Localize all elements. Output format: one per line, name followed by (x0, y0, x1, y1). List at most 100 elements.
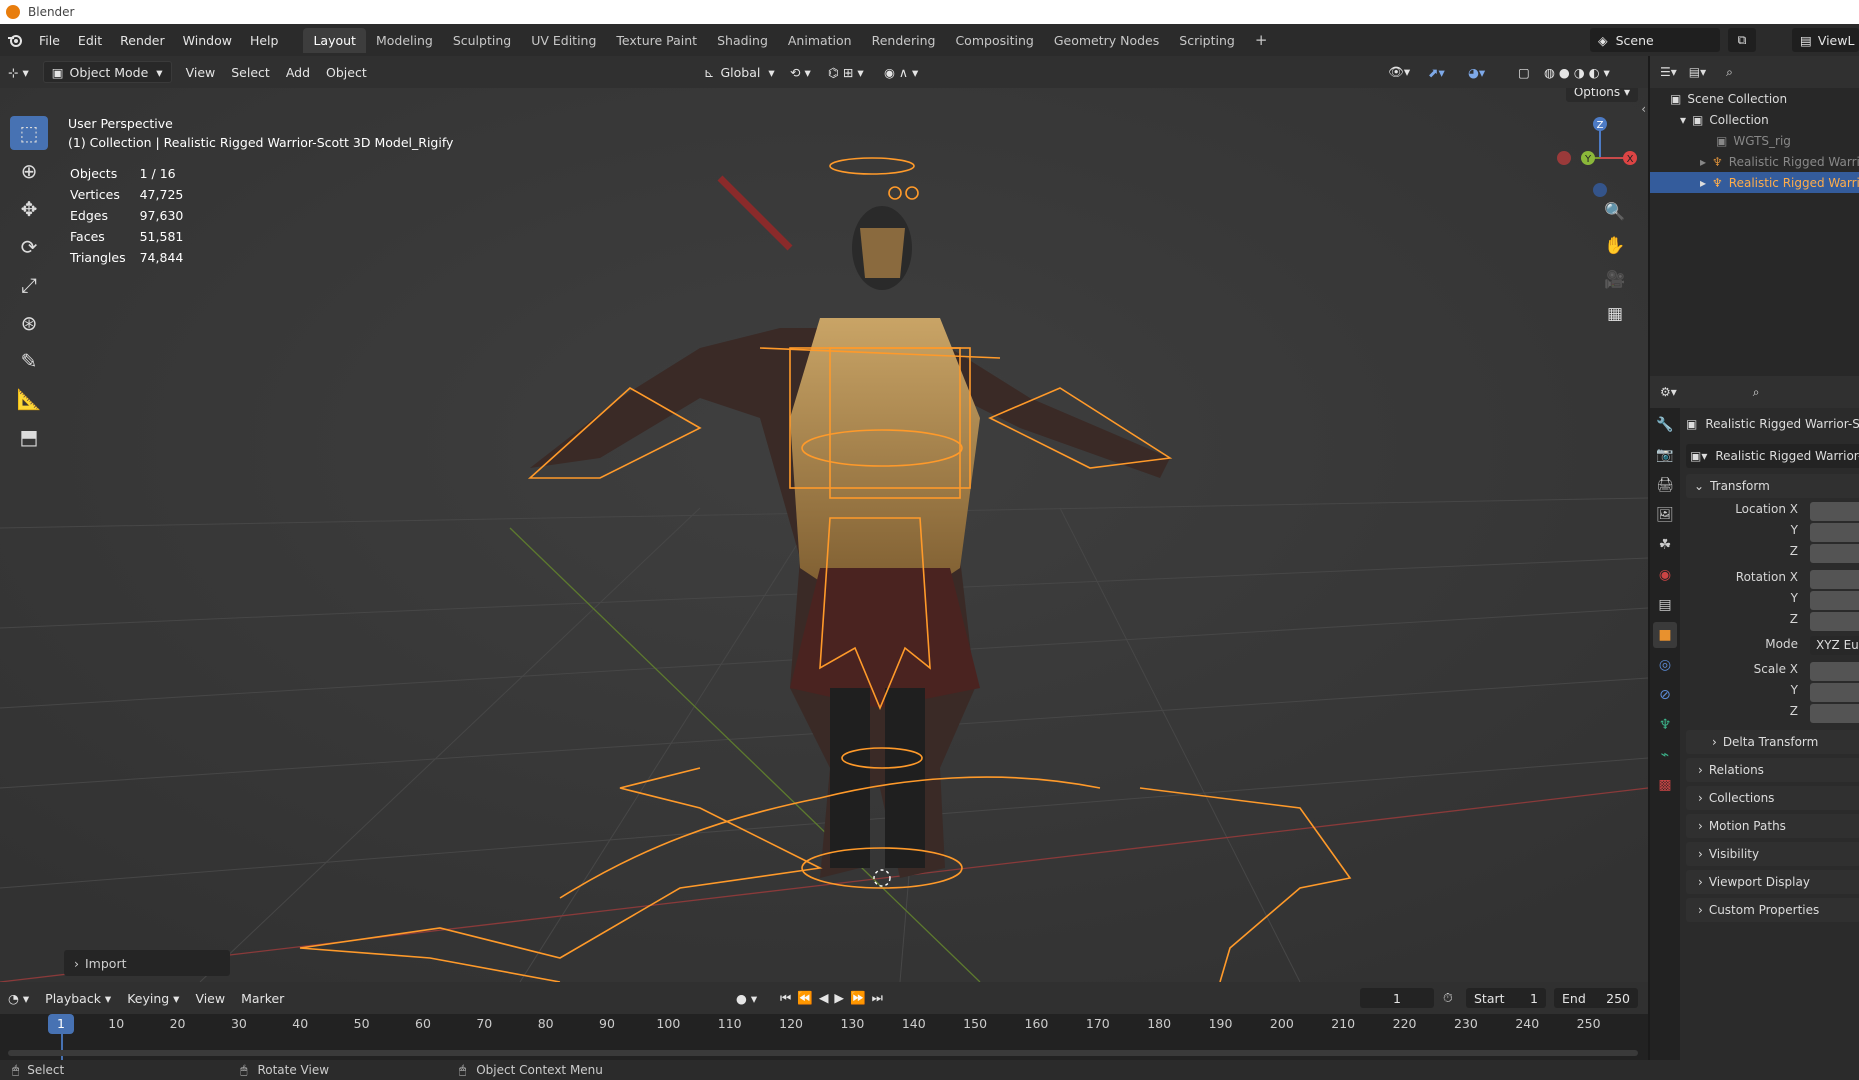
object-datablock-selector[interactable]: ▣▾ Realistic Rigged Warrior-S (1686, 444, 1859, 468)
search-icon[interactable]: ⌕ (1753, 385, 1760, 400)
transform-panel-header[interactable]: ⌄ Transform (1686, 474, 1859, 498)
scene-tab-icon[interactable]: ☘ (1653, 532, 1677, 558)
playback-controls[interactable]: ⏮⏪◀▶⏩⏭ (772, 987, 897, 1009)
world-tab-icon[interactable]: ◉ (1653, 562, 1677, 588)
move-tool-icon[interactable]: ✥ (10, 192, 48, 226)
options-dropdown[interactable]: Options ▾ (1565, 88, 1638, 102)
tab-scripting[interactable]: Scripting (1169, 28, 1245, 53)
shading-modes-icon[interactable]: ◍ ● ◑ ◐ ▾ (1536, 61, 1618, 83)
rotate-tool-icon[interactable]: ⟳ (10, 230, 48, 264)
gizmo-toggle-icon[interactable]: ⬈▾ (1420, 61, 1453, 83)
viewport-display-panel[interactable]: › Viewport Display (1686, 870, 1859, 894)
measure-tool-icon[interactable]: 📐 (10, 382, 48, 416)
scale-tool-icon[interactable]: ⤢ (10, 268, 48, 302)
location-y-field[interactable] (1810, 523, 1859, 542)
cursor-tool-icon[interactable]: ⊕ (10, 154, 48, 188)
location-x-field[interactable] (1810, 502, 1859, 521)
tool-tab-icon[interactable]: 🔧 (1653, 412, 1677, 438)
neg-z-gizmo[interactable] (1593, 183, 1607, 197)
outliner-row-rig[interactable]: ▸ ♆ Realistic Rigged Warrio (1650, 151, 1859, 172)
scale-y-field[interactable]: 1 (1810, 683, 1859, 702)
outliner-row-wgts-rig[interactable]: ▣ WGTS_rig (1650, 130, 1859, 151)
select-box-icon[interactable]: ⬚ (10, 116, 48, 150)
tab-compositing[interactable]: Compositing (945, 28, 1043, 53)
motion-paths-panel[interactable]: › Motion Paths (1686, 814, 1859, 838)
outliner-editor-icon[interactable]: ☰▾ (1660, 65, 1677, 79)
menu-window[interactable]: Window (174, 29, 241, 52)
rotation-mode-dropdown[interactable]: XYZ Eule (1810, 636, 1859, 655)
object-tab-icon[interactable]: ■ (1653, 622, 1677, 648)
menu-add[interactable]: Add (278, 61, 318, 83)
menu-file[interactable]: File (30, 29, 69, 52)
modifiers-tab-icon[interactable]: ◎ (1653, 652, 1677, 678)
texture-tab-icon[interactable]: ▩ (1653, 772, 1677, 798)
tab-rendering[interactable]: Rendering (862, 28, 946, 53)
mode-selector[interactable]: ▣ Object Mode ▾ (42, 61, 172, 83)
render-tab-icon[interactable]: 📷 (1653, 442, 1677, 468)
orientation-selector[interactable]: ⊾ Global ▾ (696, 61, 783, 83)
rotation-x-field[interactable] (1810, 570, 1859, 589)
proportional-edit-icon[interactable]: ◉ ∧ ▾ (876, 61, 926, 83)
add-workspace-icon[interactable]: + (1245, 26, 1278, 54)
tab-texture-paint[interactable]: Texture Paint (606, 28, 707, 53)
view-layer-selector[interactable]: ▤ ViewL (1792, 28, 1859, 52)
collections-panel[interactable]: › Collections (1686, 786, 1859, 810)
current-frame-field[interactable]: 1 (1360, 988, 1434, 1008)
view-layer-tab-icon[interactable]: 🖼 (1653, 502, 1677, 528)
last-operator-panel[interactable]: › Import (64, 950, 230, 976)
relations-panel[interactable]: › Relations (1686, 758, 1859, 782)
visibility-panel[interactable]: › Visibility (1686, 842, 1859, 866)
menu-edit[interactable]: Edit (69, 29, 111, 52)
location-z-field[interactable] (1810, 544, 1859, 563)
pivot-icon[interactable]: ⟲ ▾ (782, 61, 819, 83)
rotation-y-field[interactable] (1810, 591, 1859, 610)
scale-z-field[interactable]: 1 (1810, 704, 1859, 723)
outliner-row-scene-collection[interactable]: ▣ Scene Collection (1650, 88, 1859, 109)
navigation-gizmo[interactable]: Z Y X (1552, 112, 1642, 202)
snap-icon[interactable]: ⌬ ⊞ ▾ (820, 61, 872, 83)
transform-tool-icon[interactable]: ⊛ (10, 306, 48, 340)
object-name-row[interactable]: ▣ Realistic Rigged Warrior-Sco (1686, 412, 1859, 436)
editor-type-icon[interactable]: ⊹ ▾ (0, 61, 37, 83)
menu-select[interactable]: Select (223, 61, 278, 83)
neg-x-gizmo[interactable] (1557, 151, 1571, 165)
annotate-tool-icon[interactable]: ✎ (10, 344, 48, 378)
timeline-editor-icon[interactable]: ◔ ▾ (0, 987, 37, 1009)
start-frame-field[interactable]: Start 1 (1466, 988, 1546, 1008)
display-mode-icon[interactable]: ▤▾ (1689, 65, 1706, 79)
end-frame-field[interactable]: End 250 (1554, 988, 1638, 1008)
tab-uv-editing[interactable]: UV Editing (521, 28, 606, 53)
timeline-area[interactable]: 1 10 20 30 40 50 60 70 80 90 100 110 120 130 140 150 160… (0, 1014, 1648, 1060)
tab-modeling[interactable]: Modeling (366, 28, 443, 53)
pan-hand-icon[interactable]: ✋ (1600, 232, 1630, 260)
timeline-scrollbar[interactable] (8, 1050, 1638, 1056)
overlays-icon[interactable]: ◕▾ (1460, 61, 1493, 83)
record-keyframe-icon[interactable]: ● ▾ (728, 987, 765, 1009)
menu-view[interactable]: View (178, 61, 224, 83)
custom-properties-panel[interactable]: › Custom Properties (1686, 898, 1859, 922)
tab-geometry-nodes[interactable]: Geometry Nodes (1044, 28, 1169, 53)
properties-editor-icon[interactable]: ⚙▾ (1660, 385, 1677, 399)
search-icon[interactable]: ⌕ (1726, 65, 1733, 80)
add-cube-tool-icon[interactable]: ⬒ (10, 420, 48, 454)
tab-shading[interactable]: Shading (707, 28, 778, 53)
zoom-icon[interactable]: 🔍 (1600, 198, 1630, 226)
timeline-view-menu[interactable]: View (187, 987, 233, 1009)
menu-render[interactable]: Render (111, 29, 174, 52)
rotation-z-field[interactable] (1810, 612, 1859, 631)
new-scene-icon[interactable]: ⧉ (1728, 28, 1756, 52)
sidebar-toggle-icon[interactable]: ‹ (1641, 102, 1646, 116)
stopwatch-icon[interactable]: ⏱ (1443, 990, 1453, 1006)
xray-icon[interactable]: ▢ (1510, 61, 1538, 83)
perspective-grid-icon[interactable]: ▦ (1600, 300, 1630, 328)
keying-menu[interactable]: Keying ▾ (119, 987, 187, 1009)
marker-menu[interactable]: Marker (233, 987, 292, 1009)
delta-transform-panel[interactable]: › Delta Transform (1686, 730, 1859, 754)
scale-x-field[interactable]: 1 (1810, 662, 1859, 681)
constraints-tab-icon[interactable]: ⊘ (1653, 682, 1677, 708)
outliner-row-rig-selected[interactable]: ▸ ♆ Realistic Rigged Warrio (1650, 172, 1859, 193)
menu-object[interactable]: Object (318, 61, 375, 83)
tab-animation[interactable]: Animation (778, 28, 862, 53)
tab-sculpting[interactable]: Sculpting (443, 28, 521, 53)
bone-tab-icon[interactable]: ⌁ (1653, 742, 1677, 768)
